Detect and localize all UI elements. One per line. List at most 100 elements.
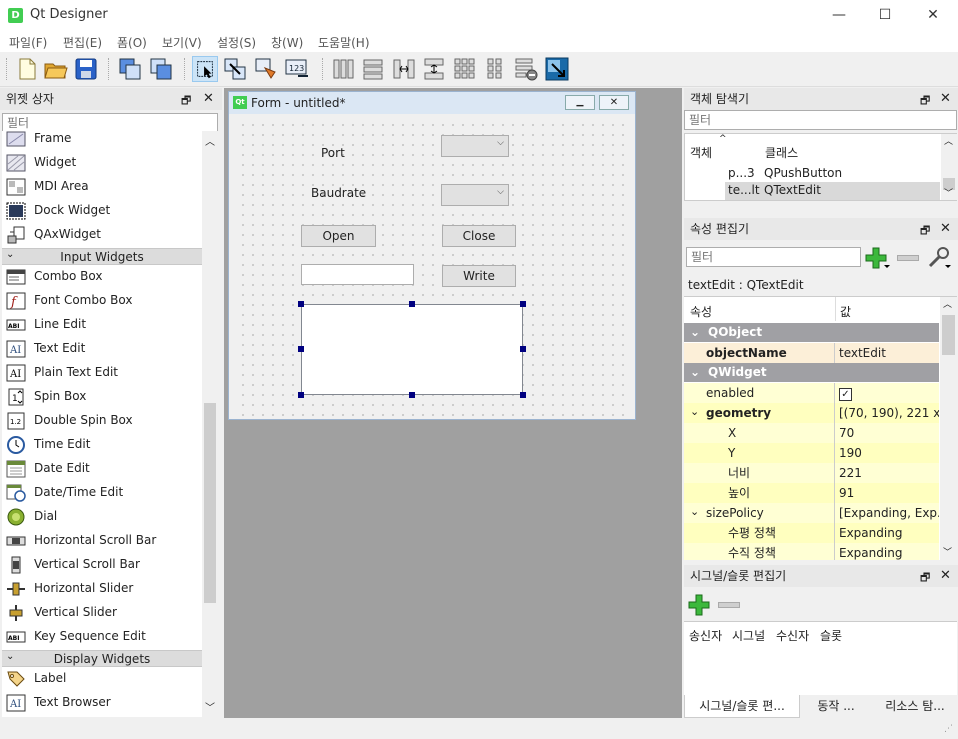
enabled-checkbox[interactable]: ✓ [839,388,852,401]
edit-tab-order-icon[interactable]: 123 [284,56,310,82]
tab-resource-browser[interactable]: 리소스 탐... [872,695,958,718]
list-item[interactable]: Frame [2,131,202,151]
port-combo-box[interactable]: ⌵ [441,135,509,157]
section-qobject[interactable]: ⌄ QObject [684,323,939,342]
resize-grip-icon[interactable]: ⋰ [944,724,953,734]
break-layout-icon[interactable] [513,56,539,82]
column-header-receiver[interactable]: 수신자 [776,627,809,644]
close-window-button[interactable]: ✕ [910,0,956,31]
scroll-down-icon[interactable]: ﹀ [943,545,952,558]
object-tree-scrollbar[interactable]: ︿ ﹀ [941,134,957,200]
layout-horizontal-icon[interactable] [330,56,356,82]
column-header-class[interactable]: 클래스 [765,144,798,161]
close-dock-icon[interactable]: ✕ [203,91,214,106]
selection-handle[interactable] [520,346,526,352]
menu-form[interactable]: 폼(O) [117,34,147,51]
menu-edit[interactable]: 편집(E) [63,34,102,51]
maximize-button[interactable]: ☐ [862,0,908,31]
bring-to-front-icon[interactable] [148,56,174,82]
float-icon[interactable]: 🗗 [920,222,930,241]
selection-handle[interactable] [298,392,304,398]
add-connection-icon[interactable] [688,594,712,616]
column-header-slot[interactable]: 슬롯 [820,627,842,644]
layout-splitter-horizontal-icon[interactable] [391,56,417,82]
list-item[interactable]: AI Plain Text Edit [2,361,202,385]
menu-view[interactable]: 보기(V) [162,34,202,51]
column-header-object[interactable]: 객체 [690,144,712,161]
column-header-property[interactable]: 속성 [690,303,712,320]
column-header-sender[interactable]: 송신자 [689,627,722,644]
write-line-edit[interactable] [301,264,414,285]
float-icon[interactable]: 🗗 [181,92,191,111]
selection-handle[interactable] [520,301,526,307]
form-close-button[interactable]: ✕ [599,95,629,110]
table-row-selected[interactable]: te...lt QTextEdit [725,182,940,200]
list-item[interactable]: MDI Area [2,175,202,199]
float-icon[interactable]: 🗗 [920,92,930,111]
property-row-objectname[interactable]: objectName textEdit [684,343,939,363]
scroll-up-icon[interactable]: ︿ [205,133,215,148]
list-item[interactable]: AI Text Browser [2,691,202,715]
widget-filter-input[interactable] [2,113,218,133]
property-row-sizepolicy[interactable]: ⌄ sizePolicy [Expanding, Exp... [684,503,939,523]
list-item[interactable]: Vertical Scroll Bar [2,553,202,577]
minimize-button[interactable]: — [816,0,862,31]
close-dock-icon[interactable]: ✕ [940,91,951,106]
selection-handle[interactable] [298,301,304,307]
adjust-size-icon[interactable] [544,56,570,82]
write-button[interactable]: Write [442,265,516,287]
tab-signal-slot-editor[interactable]: 시그널/슬롯 편... [684,695,800,718]
list-item[interactable]: Horizontal Scroll Bar [2,529,202,553]
scroll-thumb[interactable] [942,315,955,355]
layout-grid-icon[interactable] [452,56,478,82]
layout-splitter-vertical-icon[interactable] [421,56,447,82]
category-display-widgets[interactable]: ⌄ Display Widgets [2,650,202,667]
list-item[interactable]: Combo Box [2,265,202,289]
list-item[interactable]: Dock Widget [2,199,202,223]
selection-handle[interactable] [409,301,415,307]
menu-help[interactable]: 도움말(H) [318,34,370,51]
edit-buddies-icon[interactable] [253,56,279,82]
open-button[interactable]: Open [301,225,376,247]
table-row[interactable]: p...3 QPushButton [725,164,940,182]
save-icon[interactable] [73,56,99,82]
selection-handle[interactable] [409,392,415,398]
tab-action-editor[interactable]: 동작 ... [800,695,872,718]
object-filter-input[interactable] [684,110,957,130]
property-row-height[interactable]: 높이 91 [684,483,939,503]
new-file-icon[interactable] [14,56,40,82]
category-input-widgets[interactable]: ⌄ Input Widgets [2,248,202,265]
column-header-signal[interactable]: 시그널 [732,627,765,644]
list-item[interactable]: ABI Line Edit [2,313,202,337]
scroll-up-icon[interactable]: ︿ [943,297,952,310]
form-window[interactable]: Qt Form - untitled* ▁ ✕ Port ⌵ Baudrate … [228,91,636,420]
text-edit[interactable] [301,304,523,395]
layout-form-icon[interactable] [482,56,508,82]
open-folder-icon[interactable] [43,56,69,82]
property-filter-input[interactable] [686,247,861,267]
section-qwidget[interactable]: ⌄ QWidget [684,363,939,382]
property-row-x[interactable]: X 70 [684,423,939,443]
close-dock-icon[interactable]: ✕ [940,568,951,583]
float-icon[interactable]: 🗗 [920,569,930,588]
menu-file[interactable]: 파일(F) [9,34,47,51]
list-item[interactable]: Time Edit [2,433,202,457]
menu-window[interactable]: 창(W) [271,34,303,51]
list-item[interactable]: QAxWidget [2,223,202,247]
scroll-thumb[interactable] [204,403,216,603]
edit-signals-slots-icon[interactable] [222,56,248,82]
layout-vertical-icon[interactable] [360,56,386,82]
edit-widgets-icon[interactable] [192,56,218,82]
list-item[interactable]: AI Text Edit [2,337,202,361]
property-row-hpolicy[interactable]: 수평 정책 Expanding [684,523,939,543]
close-button[interactable]: Close [442,225,516,247]
property-row-vpolicy[interactable]: 수직 정책 Expanding [684,543,939,560]
property-row-enabled[interactable]: enabled ✓ [684,383,939,403]
add-dynamic-property-icon[interactable] [865,246,891,270]
property-row-y[interactable]: Y 190 [684,443,939,463]
list-item[interactable]: 1 Spin Box [2,385,202,409]
form-minimize-button[interactable]: ▁ [565,95,595,110]
list-item[interactable]: 1.2 Double Spin Box [2,409,202,433]
selection-handle[interactable] [298,346,304,352]
scroll-up-icon[interactable]: ︿ [944,134,953,147]
